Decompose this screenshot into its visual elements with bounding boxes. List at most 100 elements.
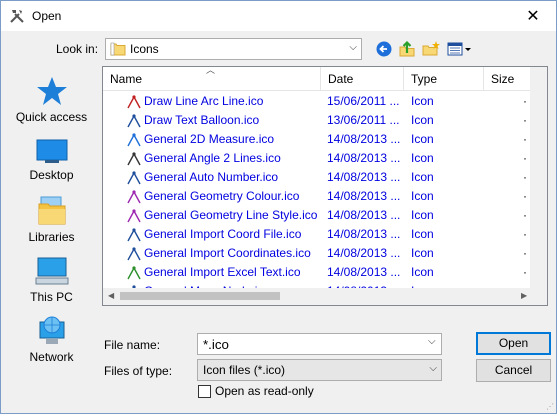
read-only-checkbox[interactable]	[198, 385, 211, 398]
column-header-name[interactable]: Name	[103, 67, 321, 91]
place-label: This PC	[30, 290, 73, 304]
file-name-input[interactable]	[197, 333, 442, 355]
file-row[interactable]: General Geometry Colour.ico 14/08/2013 ..…	[103, 187, 533, 206]
file-type: Icon	[411, 151, 434, 165]
file-date: 14/08/2013 ...	[327, 189, 401, 203]
file-date: 14/08/2013 ...	[327, 227, 401, 241]
vertical-scrollbar[interactable]	[530, 67, 547, 289]
file-size-truncated: ·	[523, 189, 527, 203]
file-date: 15/06/2011 ...	[327, 94, 400, 108]
file-type: Icon	[411, 132, 434, 146]
file-name: General Import Coord File.ico	[144, 227, 302, 241]
scroll-right-icon[interactable]: ▶	[521, 291, 527, 300]
horizontal-scrollbar[interactable]: ◀ ▶	[103, 288, 532, 305]
place-desktop[interactable]: Desktop	[8, 138, 95, 182]
ico-file-icon	[127, 171, 141, 185]
view-menu-button[interactable]	[447, 40, 473, 58]
scroll-left-icon[interactable]: ◀	[108, 291, 114, 300]
file-type: Icon	[411, 94, 434, 108]
file-row[interactable]: General Angle 2 Lines.ico 14/08/2013 ... I…	[103, 149, 533, 168]
ico-file-icon	[127, 152, 141, 166]
places-bar: Quick access Desktop Libraries This PC N…	[8, 66, 95, 396]
file-size-truncated: ·	[523, 132, 527, 146]
window-title: Open	[32, 9, 62, 23]
file-name: Draw Text Balloon.ico	[144, 113, 260, 127]
file-date: 13/06/2011 ...	[327, 113, 400, 127]
file-name: General Auto Number.ico	[144, 170, 279, 184]
look-in-value: Icons	[130, 42, 159, 56]
file-type-value: Icon files (*.ico)	[203, 363, 286, 377]
place-label: Network	[29, 350, 74, 364]
scrollbar-corner	[530, 288, 547, 305]
column-header-date[interactable]: Date	[321, 67, 404, 91]
read-only-label[interactable]: Open as read-only	[215, 384, 314, 398]
file-size-truncated: ·	[523, 246, 527, 260]
chevron-down-icon[interactable]: ⌵	[428, 336, 436, 347]
file-type: Icon	[411, 246, 434, 260]
file-type-select[interactable]: Icon files (*.ico) ⌵	[197, 359, 442, 381]
file-type: Icon	[411, 265, 434, 279]
column-header: ︿ Name Date Type Size	[103, 67, 533, 91]
file-row[interactable]: General Import Excel Text.ico 14/08/2013 …	[103, 263, 533, 282]
file-type: Icon	[411, 113, 434, 127]
file-name: General Import Coordinates.ico	[144, 246, 311, 260]
place-network[interactable]: Network	[8, 316, 95, 364]
file-name: Draw Line Arc Line.ico	[144, 94, 264, 108]
ico-file-icon	[127, 190, 141, 204]
file-type: Icon	[411, 189, 434, 203]
new-folder-icon[interactable]	[422, 40, 440, 58]
file-name: General Geometry Colour.ico	[144, 189, 300, 203]
close-icon: ✕	[526, 8, 540, 25]
ico-file-icon	[127, 266, 141, 280]
chevron-down-icon: ⌵	[349, 42, 357, 53]
column-header-type[interactable]: Type	[404, 67, 484, 91]
place-label: Libraries	[28, 230, 75, 244]
file-row[interactable]: General 2D Measure.ico 14/08/2013 ... Icon…	[103, 130, 533, 149]
file-name: General Geometry Line Style.ico	[144, 208, 318, 222]
file-size-truncated: ·	[523, 227, 527, 241]
libraries-icon	[38, 196, 65, 225]
up-folder-icon[interactable]	[398, 40, 416, 58]
resize-grip-icon[interactable]: ⋰	[546, 402, 554, 411]
computer-icon	[35, 257, 68, 285]
tools-icon	[10, 10, 24, 23]
file-type: Icon	[411, 208, 434, 222]
file-row[interactable]: Draw Line Arc Line.ico 15/06/2011 ... Icon…	[103, 92, 533, 111]
close-button[interactable]: ✕	[510, 1, 556, 31]
desktop-icon	[36, 139, 67, 163]
file-type-label: Files of type:	[104, 364, 173, 378]
star-icon	[36, 77, 67, 105]
file-date: 14/08/2013 ...	[327, 265, 401, 279]
place-libraries[interactable]: Libraries	[8, 196, 95, 244]
file-row[interactable]: Draw Text Balloon.ico 13/06/2011 ... Icon ·	[103, 111, 533, 130]
file-date: 14/08/2013 ...	[327, 246, 401, 260]
file-type: Icon	[411, 170, 434, 184]
look-in-combo[interactable]: Icons ⌵	[105, 38, 362, 60]
file-size-truncated: ·	[523, 265, 527, 279]
cancel-button[interactable]: Cancel	[476, 359, 551, 382]
look-in-label: Look in:	[56, 42, 99, 56]
file-list[interactable]: ︿ Name Date Type Size Draw Line Arc Line…	[102, 66, 548, 306]
chevron-down-icon: ⌵	[429, 363, 437, 374]
file-row[interactable]: General Auto Number.ico 14/08/2013 ... Ico…	[103, 168, 533, 187]
file-date: 14/08/2013 ...	[327, 132, 401, 146]
place-label: Desktop	[29, 168, 74, 182]
file-row[interactable]: General Import Coordinates.ico 14/08/2013…	[103, 244, 533, 263]
scrollbar-thumb[interactable]	[120, 292, 280, 300]
file-date: 14/08/2013 ...	[327, 151, 401, 165]
place-quick-access[interactable]: Quick access	[8, 76, 95, 124]
file-date: 14/08/2013 ...	[327, 170, 401, 184]
ico-file-icon	[127, 95, 141, 109]
view-menu-icon	[447, 42, 471, 56]
folder-icon	[110, 42, 126, 56]
network-icon	[39, 316, 64, 344]
file-type: Icon	[411, 227, 434, 241]
file-size-truncated: ·	[523, 94, 527, 108]
file-row[interactable]: General Import Coord File.ico 14/08/2013 …	[103, 225, 533, 244]
file-name-label: File name:	[104, 338, 161, 352]
file-row[interactable]: General Geometry Line Style.ico 14/08/201…	[103, 206, 533, 225]
back-arrow-icon[interactable]	[375, 40, 393, 58]
ico-file-icon	[127, 133, 141, 147]
open-button[interactable]: Open	[476, 332, 551, 355]
place-this-pc[interactable]: This PC	[8, 256, 95, 304]
